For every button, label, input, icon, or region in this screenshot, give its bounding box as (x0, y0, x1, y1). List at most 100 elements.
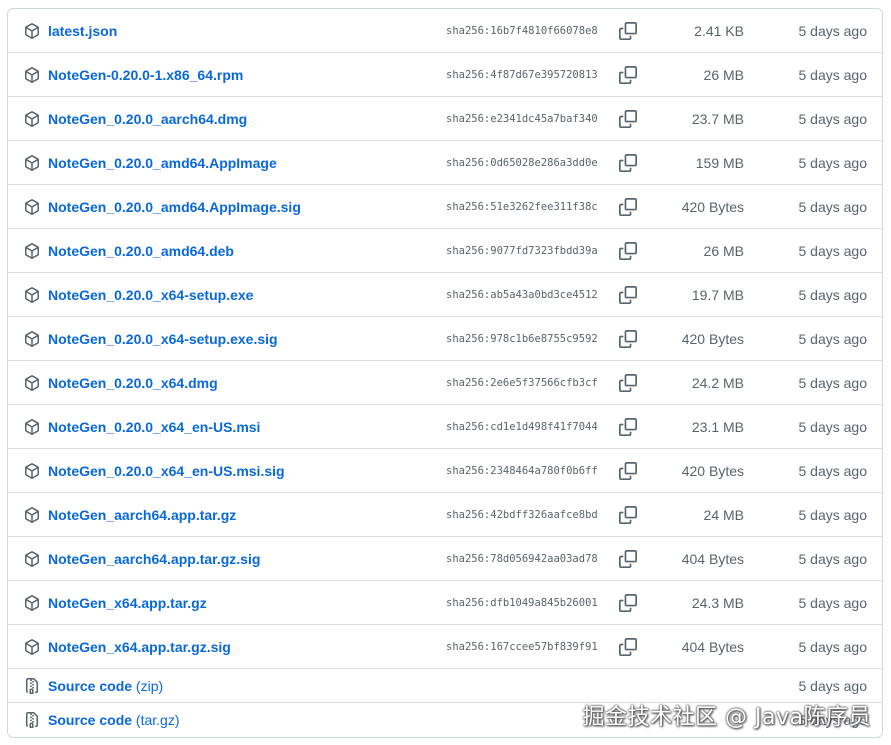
package-icon (25, 155, 39, 171)
asset-link[interactable]: NoteGen_0.20.0_amd64.AppImage.sig (48, 185, 301, 229)
copy-icon[interactable] (619, 66, 637, 84)
asset-sha256: sha256:78d056942aa03ad78 (446, 553, 598, 565)
asset-sha256: sha256:4f87d67e395720813 (446, 69, 598, 81)
package-icon (25, 375, 39, 391)
copy-icon[interactable] (619, 462, 637, 480)
asset-row: NoteGen_0.20.0_x64-setup.exe sha256:ab5a… (8, 273, 882, 317)
copy-icon[interactable] (619, 418, 637, 436)
asset-link[interactable]: NoteGen_0.20.0_x64-setup.exe.sig (48, 317, 278, 361)
asset-link[interactable]: latest.json (48, 9, 117, 53)
asset-sha256: sha256:e2341dc45a7baf340 (446, 113, 598, 125)
asset-row: NoteGen-0.20.0-1.x86_64.rpm sha256:4f87d… (8, 53, 882, 97)
copy-icon[interactable] (619, 286, 637, 304)
asset-sha256: sha256:2e6e5f37566cfb3cf (446, 377, 598, 389)
copy-icon[interactable] (619, 110, 637, 128)
package-icon (25, 199, 39, 215)
asset-size: 24.3 MB (691, 595, 744, 611)
asset-row: NoteGen_x64.app.tar.gz sha256:dfb1049a84… (8, 581, 882, 625)
asset-date: 5 days ago (798, 551, 868, 567)
asset-date: 5 days ago (798, 678, 868, 694)
package-icon (25, 507, 39, 523)
asset-row: NoteGen_0.20.0_amd64.AppImage sha256:0d6… (8, 141, 882, 185)
asset-size: 404 Bytes (681, 639, 744, 655)
copy-icon[interactable] (619, 330, 637, 348)
asset-link[interactable]: NoteGen_0.20.0_x64.dmg (48, 361, 218, 405)
asset-link[interactable]: NoteGen_0.20.0_amd64.deb (48, 229, 234, 273)
source-code-zip-link[interactable]: Source code (zip) (48, 669, 163, 703)
asset-row: NoteGen_aarch64.app.tar.gz sha256:42bdff… (8, 493, 882, 537)
asset-sha256: sha256:ab5a43a0bd3ce4512 (446, 289, 598, 301)
copy-icon[interactable] (619, 550, 637, 568)
asset-row: NoteGen_aarch64.app.tar.gz.sig sha256:78… (8, 537, 882, 581)
asset-size: 159 MB (695, 155, 744, 171)
source-code-format: (zip) (135, 678, 164, 694)
asset-link[interactable]: NoteGen_0.20.0_x64-setup.exe (48, 273, 253, 317)
source-code-format: (tar.gz) (135, 712, 180, 728)
source-code-row: Source code (zip) 5 days ago (8, 669, 882, 703)
asset-sha256: sha256:cd1e1d498f41f7044 (446, 421, 598, 433)
asset-link[interactable]: NoteGen_aarch64.app.tar.gz.sig (48, 537, 260, 581)
asset-link[interactable]: NoteGen_0.20.0_x64_en-US.msi.sig (48, 449, 285, 493)
asset-date: 5 days ago (798, 155, 868, 171)
package-icon (25, 67, 39, 83)
asset-size: 420 Bytes (681, 463, 744, 479)
asset-date: 5 days ago (798, 712, 868, 728)
package-icon (25, 23, 39, 39)
copy-icon[interactable] (619, 638, 637, 656)
asset-sha256: sha256:9077fd7323fbdd39a (446, 245, 598, 257)
asset-link[interactable]: NoteGen_0.20.0_aarch64.dmg (48, 97, 247, 141)
package-icon (25, 419, 39, 435)
asset-sha256: sha256:0d65028e286a3dd0e (446, 157, 598, 169)
asset-date: 5 days ago (798, 199, 868, 215)
asset-size: 404 Bytes (681, 551, 744, 567)
asset-size: 26 MB (703, 243, 744, 259)
source-code-row: Source code (tar.gz) 5 days ago (8, 703, 882, 737)
asset-sha256: sha256:2348464a780f0b6ff (446, 465, 598, 477)
package-icon (25, 331, 39, 347)
asset-sha256: sha256:16b7f4810f66078e8 (446, 25, 598, 37)
copy-icon[interactable] (619, 506, 637, 524)
asset-size: 420 Bytes (681, 199, 744, 215)
asset-row: NoteGen_0.20.0_x64.dmg sha256:2e6e5f3756… (8, 361, 882, 405)
asset-link[interactable]: NoteGen_0.20.0_amd64.AppImage (48, 141, 277, 185)
asset-link[interactable]: NoteGen-0.20.0-1.x86_64.rpm (48, 53, 243, 97)
package-icon (25, 639, 39, 655)
asset-row: NoteGen_0.20.0_x64-setup.exe.sig sha256:… (8, 317, 882, 361)
copy-icon[interactable] (619, 242, 637, 260)
asset-row: NoteGen_0.20.0_x64_en-US.msi sha256:cd1e… (8, 405, 882, 449)
asset-date: 5 days ago (798, 507, 868, 523)
package-icon (25, 111, 39, 127)
asset-row: NoteGen_0.20.0_amd64.AppImage.sig sha256… (8, 185, 882, 229)
package-icon (25, 551, 39, 567)
copy-icon[interactable] (619, 154, 637, 172)
asset-date: 5 days ago (798, 287, 868, 303)
asset-link[interactable]: NoteGen_aarch64.app.tar.gz (48, 493, 236, 537)
asset-sha256: sha256:dfb1049a845b26001 (446, 597, 598, 609)
asset-date: 5 days ago (798, 111, 868, 127)
copy-icon[interactable] (619, 198, 637, 216)
copy-icon[interactable] (619, 594, 637, 612)
copy-icon[interactable] (619, 374, 637, 392)
asset-row: NoteGen_0.20.0_aarch64.dmg sha256:e2341d… (8, 97, 882, 141)
asset-date: 5 days ago (798, 67, 868, 83)
asset-sha256: sha256:978c1b6e8755c9592 (446, 333, 598, 345)
asset-link[interactable]: NoteGen_x64.app.tar.gz (48, 581, 207, 625)
asset-size: 24 MB (703, 507, 744, 523)
asset-date: 5 days ago (798, 331, 868, 347)
source-code-label: Source code (48, 712, 133, 728)
source-code-targz-link[interactable]: Source code (tar.gz) (48, 703, 180, 737)
asset-size: 420 Bytes (681, 331, 744, 347)
asset-link[interactable]: NoteGen_x64.app.tar.gz.sig (48, 625, 231, 669)
asset-date: 5 days ago (798, 463, 868, 479)
asset-date: 5 days ago (798, 595, 868, 611)
asset-link[interactable]: NoteGen_0.20.0_x64_en-US.msi (48, 405, 260, 449)
asset-date: 5 days ago (798, 243, 868, 259)
asset-date: 5 days ago (798, 639, 868, 655)
file-zip-icon (26, 712, 38, 728)
source-code-label: Source code (48, 678, 133, 694)
copy-icon[interactable] (619, 22, 637, 40)
asset-date: 5 days ago (798, 23, 868, 39)
asset-sha256: sha256:51e3262fee311f38c (446, 201, 598, 213)
asset-date: 5 days ago (798, 375, 868, 391)
file-zip-icon (26, 678, 38, 694)
